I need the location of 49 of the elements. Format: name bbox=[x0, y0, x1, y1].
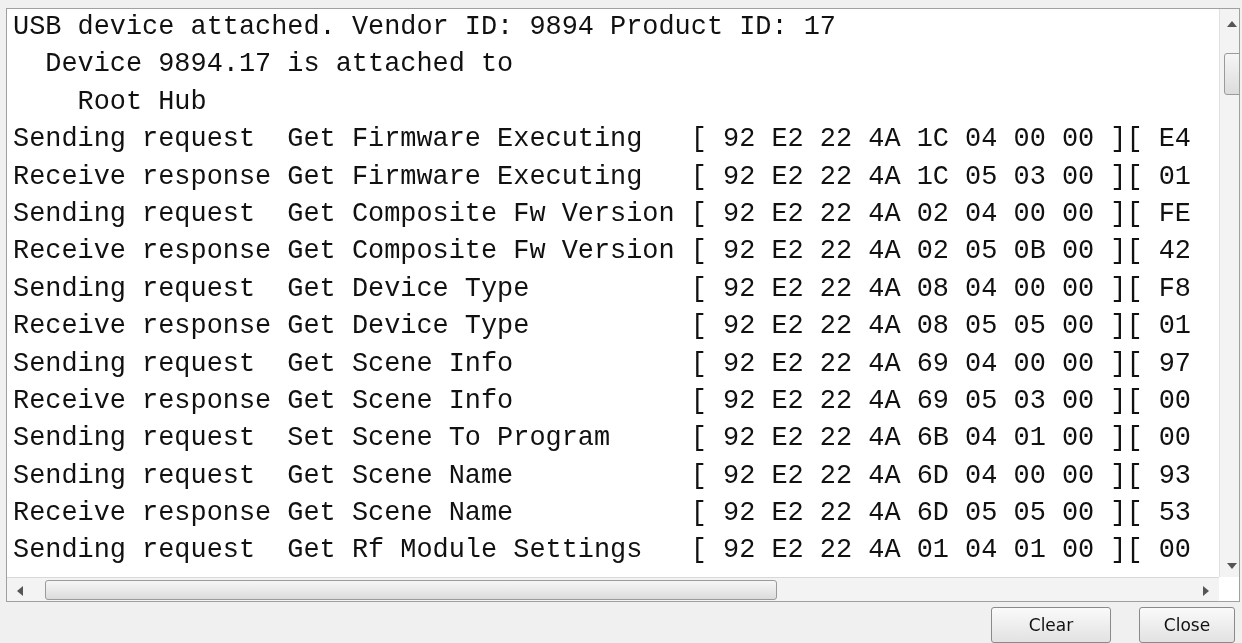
log-direction: Sending request bbox=[13, 459, 257, 493]
log-bytes: [ 92 E2 22 4A 1C 04 00 00 ][ E4 bbox=[690, 123, 1192, 157]
log-direction: Sending request bbox=[13, 347, 257, 381]
log-bytes: [ 92 E2 22 4A 6D 05 05 00 ][ 53 bbox=[690, 497, 1192, 531]
log-bytes: [ 92 E2 22 4A 01 04 01 00 ][ 00 bbox=[690, 534, 1192, 568]
left-arrow-icon[interactable] bbox=[17, 586, 23, 596]
log-direction: Sending request bbox=[13, 272, 257, 306]
log-bytes: [ 92 E2 22 4A 08 05 05 00 ][ 01 bbox=[690, 310, 1192, 344]
log-bytes: [ 92 E2 22 4A 69 04 00 00 ][ 97 bbox=[690, 347, 1192, 381]
log-command: Set Scene To Program bbox=[287, 422, 612, 456]
log-bytes: [ 92 E2 22 4A 6D 04 00 00 ][ 93 bbox=[690, 459, 1192, 493]
log-command: Get Rf Module Settings bbox=[287, 534, 644, 568]
log-bytes: [ 92 E2 22 4A 08 04 00 00 ][ F8 bbox=[690, 272, 1192, 306]
log-line: Root Hub bbox=[76, 85, 207, 119]
log-line: USB device attached. Vendor ID: 9894 Product ID: 17 bbox=[13, 11, 836, 44]
log-bytes: [ 92 E2 22 4A 1C 05 03 00 ][ 01 bbox=[690, 160, 1192, 194]
log-bytes: [ 92 E2 22 4A 6B 04 01 00 ][ 00 bbox=[690, 422, 1192, 456]
log-command: Get Firmware Executing bbox=[287, 123, 644, 157]
scroll-thumb[interactable] bbox=[45, 580, 777, 600]
log-command: Get Scene Name bbox=[287, 459, 515, 493]
close-button[interactable]: Close bbox=[1139, 607, 1235, 643]
log-command: Get Scene Name bbox=[287, 497, 515, 531]
log-direction: Receive response bbox=[13, 497, 273, 531]
horizontal-scrollbar[interactable] bbox=[7, 577, 1219, 601]
right-arrow-icon[interactable] bbox=[1203, 586, 1209, 596]
log-command: Get Composite Fw Version bbox=[287, 197, 676, 231]
down-arrow-icon[interactable] bbox=[1227, 563, 1237, 569]
vertical-scrollbar[interactable] bbox=[1219, 9, 1239, 577]
log-command: Get Scene Info bbox=[287, 384, 515, 418]
log-direction: Receive response bbox=[13, 160, 273, 194]
log-direction: Receive response bbox=[13, 235, 273, 269]
scroll-thumb[interactable] bbox=[1224, 53, 1239, 95]
log-command: Get Scene Info bbox=[287, 347, 515, 381]
log-line: Device 9894.17 is attached to bbox=[44, 48, 514, 82]
log-bytes: [ 92 E2 22 4A 02 05 0B 00 ][ 42 bbox=[690, 235, 1192, 269]
clear-button[interactable]: Clear bbox=[991, 607, 1111, 643]
log-bytes: [ 92 E2 22 4A 02 04 00 00 ][ FE bbox=[690, 197, 1192, 231]
log-direction: Sending request bbox=[13, 534, 257, 568]
log-direction: Sending request bbox=[13, 123, 257, 157]
log-bytes: [ 92 E2 22 4A 69 05 03 00 ][ 00 bbox=[690, 384, 1192, 418]
log-command: Get Device Type bbox=[287, 272, 531, 306]
log-direction: Receive response bbox=[13, 310, 273, 344]
up-arrow-icon[interactable] bbox=[1227, 21, 1237, 27]
log-direction: Sending request bbox=[13, 197, 257, 231]
log-command: Get Device Type bbox=[287, 310, 531, 344]
log-command: Get Composite Fw Version bbox=[287, 235, 676, 269]
log-command: Get Firmware Executing bbox=[287, 160, 644, 194]
log-direction: Receive response bbox=[13, 384, 273, 418]
log-direction: Sending request bbox=[13, 422, 257, 456]
